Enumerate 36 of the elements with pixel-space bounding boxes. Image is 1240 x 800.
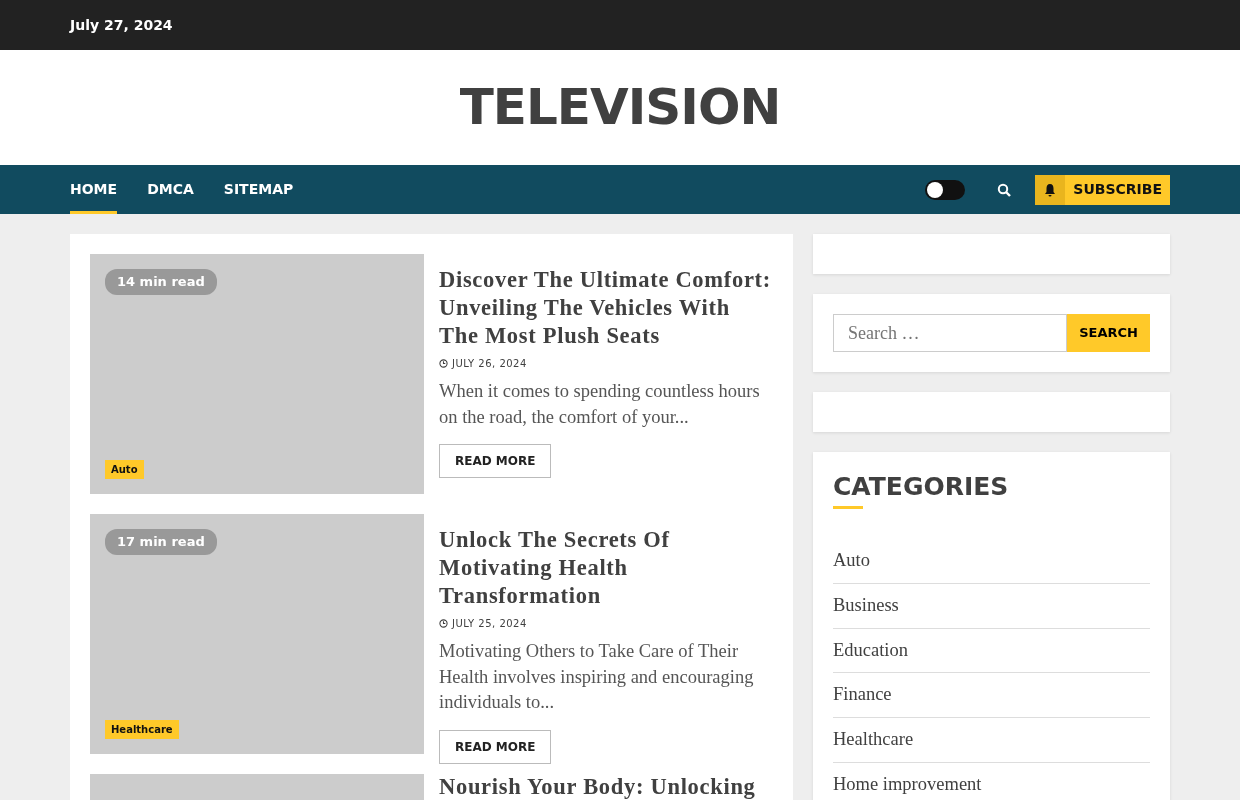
post-title[interactable]: Nourish Your Body: Unlocking (439, 776, 756, 798)
image-placeholder[interactable]: 17 min read Healthcare (90, 514, 424, 754)
date-text: July 27, 2024 (70, 15, 173, 35)
read-more-button[interactable]: READ MORE (439, 444, 552, 478)
category-tag[interactable]: Healthcare (105, 720, 179, 739)
category-link[interactable]: Healthcare (833, 718, 1150, 763)
site-title[interactable]: TELEVISION (459, 70, 781, 145)
clock-icon (439, 619, 448, 628)
read-time-badge: 17 min read (105, 529, 217, 555)
category-link[interactable]: Auto (833, 539, 1150, 584)
post-excerpt: When it comes to spending countless hours on the road, the comfort of your... (439, 380, 761, 429)
clock-icon (439, 359, 448, 368)
read-more-button[interactable]: READ MORE (439, 729, 552, 764)
bell-icon (1043, 182, 1058, 197)
heading-underline (833, 506, 863, 509)
post-title[interactable]: Discover The Ultimate Comfort: Unveiling The Vehicles With The Most Plush Seats (439, 266, 773, 350)
post-date: JULY 26, 2024 (452, 357, 527, 371)
category-link[interactable]: Business (833, 583, 1150, 629)
category-tag[interactable]: Auto (105, 460, 144, 479)
subscribe-button[interactable]: SUBSCRIBE (1035, 174, 1170, 205)
search-icon[interactable] (997, 182, 1012, 197)
category-link[interactable]: Finance (833, 673, 1150, 718)
category-link[interactable]: Home improvement (833, 762, 1150, 800)
nav-link[interactable]: HOME (70, 165, 118, 214)
post-title[interactable]: Unlock The Secrets Of Motivating Health Transformation (439, 526, 773, 610)
nav-link[interactable]: SITEMAP (223, 165, 294, 214)
search-button[interactable]: SEARCH (1067, 314, 1150, 352)
post-excerpt: Motivating Others to Take Care of Their Health involves inspiring and encouraging individuals to... (439, 640, 755, 714)
post-date: JULY 25, 2024 (452, 617, 527, 631)
image-placeholder[interactable]: 14 min read Auto (90, 254, 424, 494)
widget-heading: CATEGORIES (833, 472, 1010, 502)
dark-mode-toggle[interactable] (925, 179, 966, 200)
nav-link[interactable]: DMCA (147, 165, 194, 214)
read-time-badge: 14 min read (105, 269, 217, 295)
search-field[interactable]: Search … (833, 314, 1068, 352)
category-link[interactable]: Education (833, 628, 1150, 674)
